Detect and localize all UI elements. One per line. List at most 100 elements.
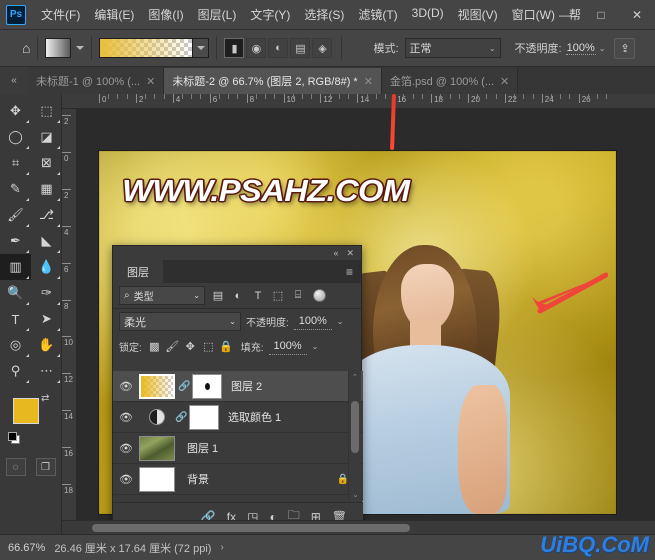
move-tool[interactable]: ✥ [0, 98, 31, 124]
layer-mask-thumbnail[interactable] [192, 373, 222, 399]
filter-enable-toggle[interactable] [313, 289, 326, 302]
menu-view[interactable]: 视图(V) [451, 1, 505, 28]
zoom-level[interactable]: 66.67% [8, 542, 45, 554]
spot-healing-tool[interactable]: ▦ [31, 176, 62, 202]
document-tab[interactable]: 未标题-2 @ 66.7% (图层 2, RGB/8#) * ✕ [164, 68, 382, 94]
history-brush-tool[interactable]: ✒ [0, 228, 31, 254]
eraser-tool[interactable]: ◣ [31, 228, 62, 254]
layer-row[interactable]: 👁 图层 1 [113, 433, 363, 464]
gradient-picker[interactable] [99, 38, 210, 58]
blend-mode-select[interactable]: 正常 ⌄ [404, 38, 501, 58]
quick-select-tool[interactable]: ◪ [31, 124, 62, 150]
crop-tool[interactable]: ⌗ [0, 150, 31, 176]
layer-visibility-icon[interactable]: 👁 [113, 442, 139, 455]
mask-link-icon[interactable]: 🔗 [178, 381, 190, 392]
layer-visibility-icon[interactable]: 👁 [113, 473, 139, 486]
layer-name[interactable]: 图层 2 [231, 378, 262, 394]
chevron-down-icon[interactable]: ⌄ [599, 44, 606, 53]
layer-mask-thumbnail[interactable] [189, 404, 219, 430]
status-expand-icon[interactable]: › [220, 542, 223, 553]
layers-list[interactable]: 👁 🔗 图层 2 👁 🔗 选取颜色 1 👁 图层 1 👁 背景 🔒 [113, 371, 363, 501]
layer-blend-mode-select[interactable]: 柔光 ⌄ [119, 312, 241, 331]
eyedropper-tool[interactable]: ✎ [0, 176, 31, 202]
screen-mode-icon[interactable]: ❐ [35, 458, 56, 476]
menu-3d[interactable]: 3D(D) [405, 1, 451, 28]
filter-shape-icon[interactable]: ⬚ [268, 286, 288, 305]
lasso-tool[interactable]: ◯ [0, 124, 31, 150]
close-button[interactable]: ✕ [619, 0, 655, 30]
home-icon[interactable]: ⌂ [22, 40, 30, 56]
menu-select[interactable]: 选择(S) [297, 1, 351, 28]
scroll-down-icon[interactable]: ⌄ [349, 489, 362, 501]
layer-visibility-icon[interactable]: 👁 [113, 411, 139, 424]
gradient-angle-icon[interactable]: ◐ [268, 38, 289, 58]
menu-edit[interactable]: 编辑(E) [87, 1, 141, 28]
lock-position-icon[interactable]: ✥ [183, 340, 198, 353]
panel-collapse-icon[interactable]: « [333, 248, 338, 258]
scrollbar-thumb[interactable] [351, 401, 359, 453]
gradient-reflected-icon[interactable]: ▤ [290, 38, 311, 58]
layer-thumbnail[interactable] [139, 373, 175, 399]
document-tab[interactable]: 未标题-1 @ 100% (... ✕ [28, 68, 165, 94]
chevron-down-icon[interactable]: ⌄ [337, 317, 344, 326]
frame-tool[interactable]: ⊠ [31, 150, 62, 176]
mask-link-icon[interactable]: 🔗 [175, 412, 187, 423]
document-tab[interactable]: 金箔.psd @ 100% (... ✕ [381, 68, 519, 94]
collapse-panel-icon[interactable]: « [0, 67, 28, 94]
close-icon[interactable]: ✕ [364, 75, 373, 88]
maximize-button[interactable]: □ [583, 0, 619, 30]
gradient-tool[interactable]: ▥ [0, 254, 31, 280]
clone-stamp-tool[interactable]: ⎇ [31, 202, 62, 228]
layer-name[interactable]: 背景 [187, 471, 209, 487]
layer-visibility-icon[interactable]: 👁 [113, 380, 139, 393]
lock-artboard-icon[interactable]: ⬚ [201, 340, 216, 353]
tool-preset-picker[interactable] [45, 38, 85, 58]
foreground-color-swatch[interactable] [13, 398, 39, 424]
menu-type[interactable]: 文字(Y) [243, 1, 297, 28]
panel-menu-icon[interactable]: ≡ [338, 260, 361, 283]
gradient-diamond-icon[interactable]: ◈ [312, 38, 333, 58]
lock-all-icon[interactable]: 🔒 [219, 340, 234, 353]
layer-row[interactable]: 👁 🔗 图层 2 [113, 371, 363, 402]
adjustment-layer-thumbnail[interactable] [139, 405, 175, 430]
pen-tool[interactable]: ✑ [31, 280, 62, 306]
dodge-tool[interactable]: 🔍 [0, 280, 31, 306]
brush-tool[interactable]: 🖌 [0, 202, 31, 228]
filter-smart-object-icon[interactable]: ⌸ [288, 286, 308, 305]
lock-transparent-icon[interactable]: ▩ [147, 340, 162, 353]
filter-pixel-icon[interactable]: ▤ [208, 286, 228, 305]
more-tools[interactable]: ⋯ [31, 358, 62, 384]
gradient-preview-swatch[interactable] [99, 38, 194, 58]
filter-type-select[interactable]: ⌕ 类型 ⌄ [119, 286, 205, 305]
marquee-tool[interactable]: ⬚ [31, 98, 62, 124]
menu-image[interactable]: 图像(I) [141, 1, 190, 28]
layer-thumbnail[interactable] [139, 435, 175, 461]
layer-opacity-input[interactable]: 100% [293, 313, 332, 330]
chevron-down-icon[interactable]: ⌄ [312, 342, 319, 351]
layer-name[interactable]: 选取颜色 1 [228, 409, 281, 425]
minimize-button[interactable]: — [547, 0, 583, 30]
layer-row[interactable]: 👁 🔗 选取颜色 1 [113, 402, 363, 433]
canvas-scrollbar-thumb[interactable] [92, 524, 410, 532]
gradient-radial-icon[interactable]: ◉ [246, 38, 267, 58]
hand-tool[interactable]: ✋ [31, 332, 62, 358]
scroll-up-icon[interactable]: ⌃ [349, 371, 361, 383]
filter-adjustment-icon[interactable]: ◐ [228, 286, 248, 305]
menu-filter[interactable]: 滤镜(T) [351, 1, 404, 28]
tab-layers[interactable]: 图层 [113, 260, 163, 283]
opacity-input[interactable]: 100% [565, 42, 596, 55]
menu-layer[interactable]: 图层(L) [191, 1, 244, 28]
layer-fill-input[interactable]: 100% [268, 338, 307, 355]
lock-image-icon[interactable]: 🖌 [165, 340, 180, 353]
zoom-tool[interactable]: ⚲ [0, 358, 31, 384]
default-colors-icon[interactable] [8, 432, 21, 445]
panel-close-icon[interactable]: ✕ [346, 248, 354, 259]
type-tool[interactable]: T [0, 306, 31, 332]
shape-tool[interactable]: ◎ [0, 332, 31, 358]
gradient-linear-icon[interactable]: ▮ [224, 38, 245, 58]
menu-file[interactable]: 文件(F) [34, 1, 87, 28]
path-select-tool[interactable]: ➤ [31, 306, 62, 332]
blur-tool[interactable]: 💧 [31, 254, 62, 280]
gradient-dropdown-button[interactable] [193, 38, 210, 58]
layer-thumbnail[interactable] [139, 466, 175, 492]
